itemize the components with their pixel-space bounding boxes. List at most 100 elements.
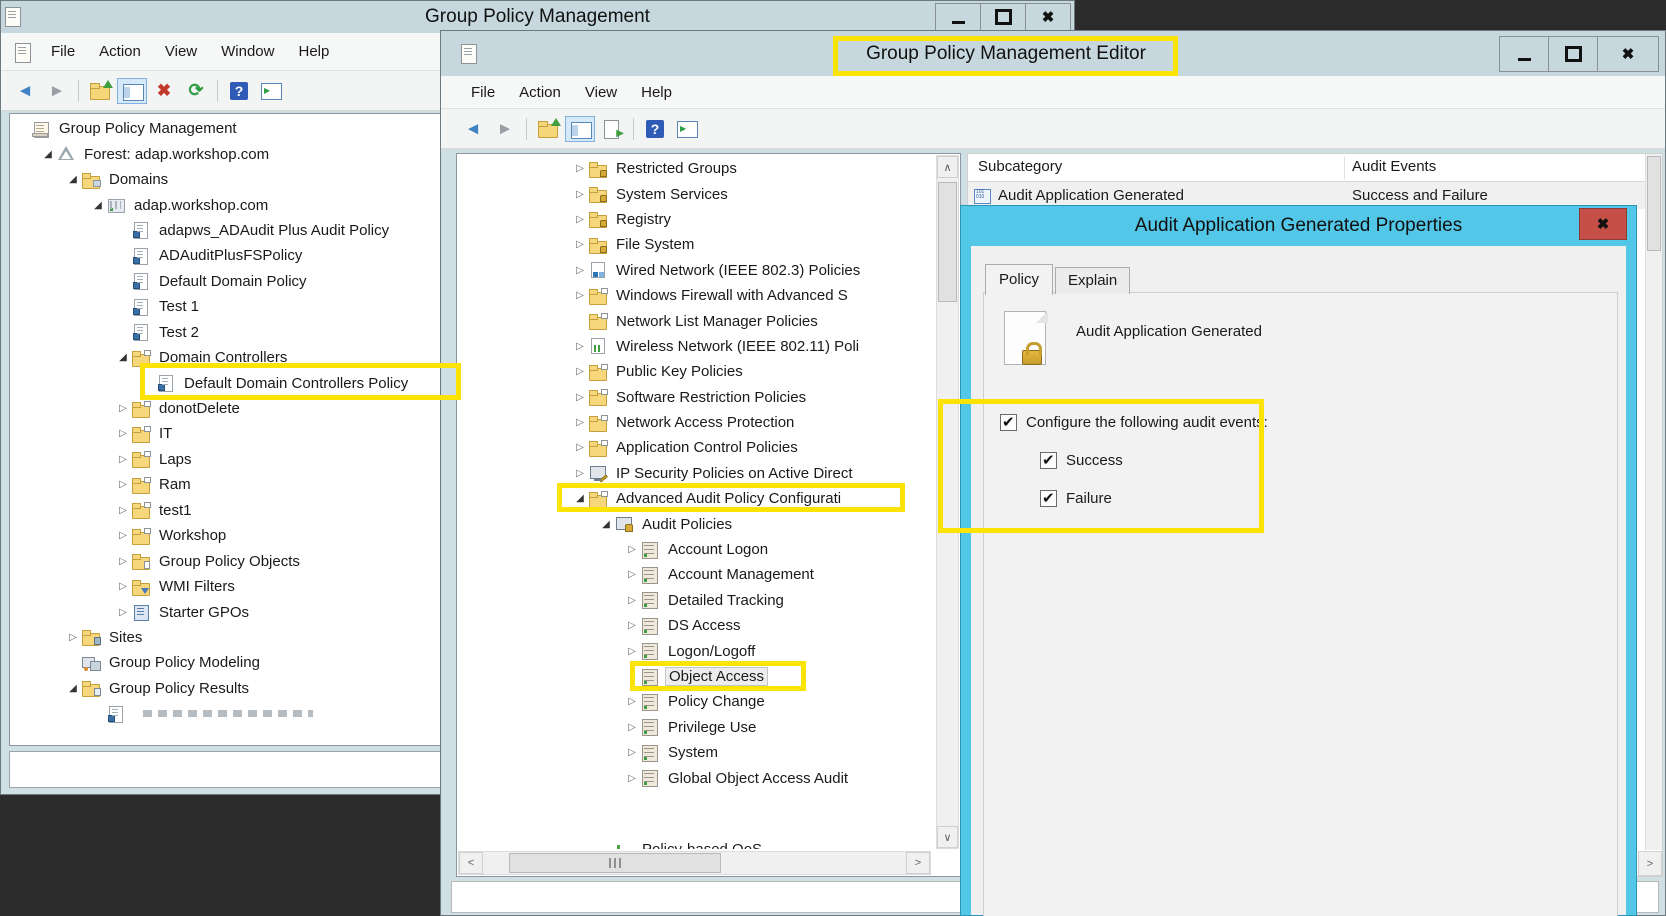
tree-item-policy-change[interactable]: Policy Change: [459, 689, 935, 714]
tree-item-audit-policies[interactable]: Audit Policies: [459, 511, 935, 536]
collapse-arrow-icon[interactable]: [64, 174, 82, 185]
scrollbar-thumb[interactable]: [509, 853, 721, 873]
maximize-button[interactable]: [1548, 36, 1598, 72]
scroll-up-button[interactable]: [937, 156, 958, 178]
tree-item-windows-firewall-with-advanced-s[interactable]: Windows Firewall with Advanced S: [459, 283, 935, 308]
tab-explain[interactable]: Explain: [1055, 267, 1130, 294]
tree-item-software-restriction-policies[interactable]: Software Restriction Policies: [459, 385, 935, 410]
gpm-menu-view[interactable]: View: [153, 39, 209, 64]
tree-item-detailed-tracking[interactable]: Detailed Tracking: [459, 588, 935, 613]
expand-arrow-icon[interactable]: [571, 189, 589, 200]
expand-arrow-icon[interactable]: [623, 544, 641, 555]
tree-item-network-list-manager-policies[interactable]: Network List Manager Policies: [459, 308, 935, 333]
tree-item-network-access-protection[interactable]: Network Access Protection: [459, 410, 935, 435]
expand-arrow-icon[interactable]: [114, 428, 132, 439]
delete-button[interactable]: [149, 78, 179, 104]
configure-audit-events-checkbox[interactable]: Configure the following audit events:: [1000, 414, 1268, 431]
editor-menu-file[interactable]: File: [459, 80, 507, 105]
checkbox-checked-icon[interactable]: [1040, 490, 1057, 507]
expand-arrow-icon[interactable]: [623, 646, 641, 657]
tree-item-registry[interactable]: Registry: [459, 207, 935, 232]
expand-arrow-icon[interactable]: [114, 505, 132, 516]
scroll-down-button[interactable]: [937, 826, 958, 848]
expand-arrow-icon[interactable]: [571, 239, 589, 250]
vertical-scrollbar[interactable]: [936, 155, 959, 849]
tree-item-account-logon[interactable]: Account Logon: [459, 537, 935, 562]
expand-arrow-icon[interactable]: [623, 747, 641, 758]
tree-item-system[interactable]: System: [459, 740, 935, 765]
tab-policy[interactable]: Policy: [985, 264, 1053, 295]
expand-arrow-icon[interactable]: [64, 632, 82, 643]
expand-arrow-icon[interactable]: [114, 556, 132, 567]
scroll-right-button[interactable]: [1638, 851, 1662, 876]
minimize-button[interactable]: [935, 3, 981, 31]
close-button[interactable]: [1597, 36, 1659, 72]
expand-arrow-icon[interactable]: [114, 530, 132, 541]
column-divider[interactable]: [1344, 156, 1345, 180]
scrollbar-thumb[interactable]: [1647, 156, 1661, 251]
expand-arrow-icon[interactable]: [114, 581, 132, 592]
close-button[interactable]: [1025, 3, 1071, 31]
gpm-menu-action[interactable]: Action: [87, 39, 153, 64]
collapse-arrow-icon[interactable]: [114, 352, 132, 363]
tree-item-wireless-network-ieee-802-11-poli[interactable]: Wireless Network (IEEE 802.11) Poli: [459, 334, 935, 359]
tree-item-restricted-groups[interactable]: Restricted Groups: [459, 156, 935, 181]
horizontal-scrollbar[interactable]: [458, 851, 931, 875]
tree-item-file-system[interactable]: File System: [459, 232, 935, 257]
expand-arrow-icon[interactable]: [623, 696, 641, 707]
minimize-button[interactable]: [1499, 36, 1549, 72]
expand-arrow-icon[interactable]: [571, 392, 589, 403]
scroll-right-button[interactable]: [906, 852, 930, 874]
failure-checkbox[interactable]: Failure: [1040, 490, 1112, 507]
scroll-left-button[interactable]: [459, 852, 483, 874]
checkbox-checked-icon[interactable]: [1040, 452, 1057, 469]
collapse-arrow-icon[interactable]: [89, 200, 107, 211]
maximize-button[interactable]: [980, 3, 1026, 31]
export-list-button[interactable]: [597, 116, 627, 142]
collapse-arrow-icon[interactable]: [571, 493, 589, 504]
expand-arrow-icon[interactable]: [571, 290, 589, 301]
forward-button[interactable]: [490, 116, 520, 142]
expand-arrow-icon[interactable]: [114, 607, 132, 618]
expand-arrow-icon[interactable]: [571, 442, 589, 453]
gpm-menu-file[interactable]: File: [39, 39, 87, 64]
expand-arrow-icon[interactable]: [623, 595, 641, 606]
show-window-button[interactable]: [672, 116, 702, 142]
scrollbar-thumb[interactable]: [938, 182, 957, 302]
back-button[interactable]: [458, 116, 488, 142]
tree-item-ip-security-policies-on-active-direct[interactable]: IP Security Policies on Active Direct: [459, 461, 935, 486]
column-header-audit-events[interactable]: Audit Events: [1352, 158, 1436, 175]
success-checkbox[interactable]: Success: [1040, 452, 1123, 469]
tree-item-wired-network-ieee-802-3-policies[interactable]: Wired Network (IEEE 802.3) Policies: [459, 258, 935, 283]
expand-arrow-icon[interactable]: [571, 366, 589, 377]
help-button[interactable]: [640, 116, 670, 142]
console-tree-toggle-button[interactable]: [117, 78, 147, 104]
tree-item-public-key-policies[interactable]: Public Key Policies: [459, 359, 935, 384]
vertical-scrollbar[interactable]: [1645, 154, 1662, 850]
expand-arrow-icon[interactable]: [114, 454, 132, 465]
expand-arrow-icon[interactable]: [571, 265, 589, 276]
gpm-menu-window[interactable]: Window: [209, 39, 286, 64]
refresh-button[interactable]: [181, 78, 211, 104]
collapse-arrow-icon[interactable]: [39, 149, 57, 160]
tree-item-privilege-use[interactable]: Privilege Use: [459, 715, 935, 740]
column-header-subcategory[interactable]: Subcategory: [978, 158, 1062, 175]
forward-button[interactable]: [42, 78, 72, 104]
show-window-button[interactable]: [256, 78, 286, 104]
expand-arrow-icon[interactable]: [571, 417, 589, 428]
up-folder-button[interactable]: [85, 78, 115, 104]
expand-arrow-icon[interactable]: [571, 341, 589, 352]
dialog-close-button[interactable]: [1579, 208, 1627, 240]
checkbox-checked-icon[interactable]: [1000, 414, 1017, 431]
tree-item-ds-access[interactable]: DS Access: [459, 613, 935, 638]
expand-arrow-icon[interactable]: [623, 773, 641, 784]
editor-menu-action[interactable]: Action: [507, 80, 573, 105]
console-tree-toggle-button[interactable]: [565, 116, 595, 142]
expand-arrow-icon[interactable]: [571, 468, 589, 479]
tree-item-account-management[interactable]: Account Management: [459, 562, 935, 587]
tree-item-advanced-audit-policy-configurati[interactable]: Advanced Audit Policy Configurati: [459, 486, 935, 511]
help-button[interactable]: [224, 78, 254, 104]
tree-item-system-services[interactable]: System Services: [459, 181, 935, 206]
tree-item-global-object-access-audit[interactable]: Global Object Access Audit: [459, 765, 935, 790]
collapse-arrow-icon[interactable]: [597, 519, 615, 530]
